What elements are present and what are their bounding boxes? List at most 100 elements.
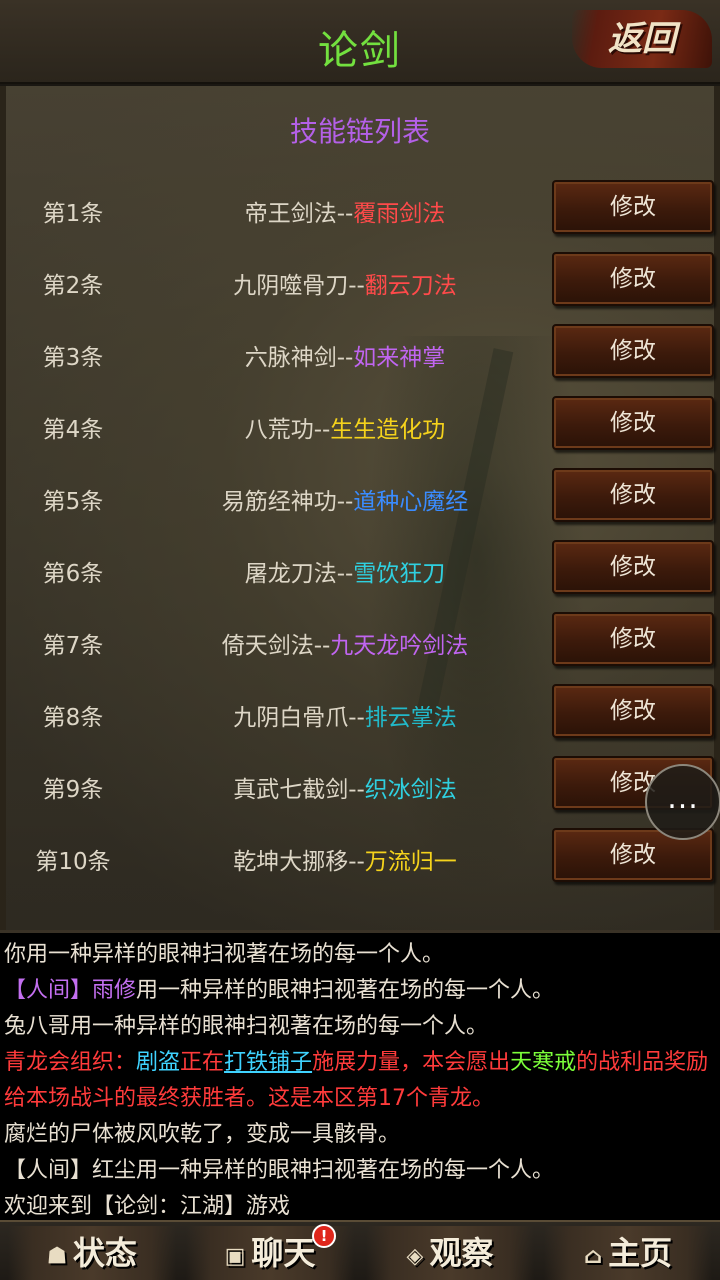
first-skill: 乾坤大挪移 xyxy=(233,849,349,875)
skill-chain: 屠龙刀法--雪饮狂刀 xyxy=(140,554,550,588)
house-icon: ⌂ xyxy=(583,1242,603,1269)
chat-message: 你用一种异样的眼神扫视著在场的每一个人。 xyxy=(4,937,716,973)
chat-bubble-icon: ▣ xyxy=(224,1242,246,1269)
skill-chain-row: 第3条 六脉神剑--如来神掌 修改 xyxy=(6,324,720,396)
first-skill: 帝王剑法 xyxy=(244,201,337,227)
skill-separator: -- xyxy=(348,777,365,803)
chat-org: 青龙会组织： xyxy=(4,1050,137,1075)
tab-home[interactable]: ⌂ 主页 xyxy=(544,1226,712,1280)
skill-separator: -- xyxy=(336,561,354,587)
row-index: 第5条 xyxy=(42,489,104,515)
row-index: 第7条 xyxy=(42,633,104,659)
chat-text: 正在 xyxy=(180,1050,225,1075)
back-button[interactable]: 返回 xyxy=(572,10,712,68)
second-skill: 万流归一 xyxy=(364,849,457,875)
skill-chain-row: 第8条 九阴白骨爪--排云掌法 修改 xyxy=(6,684,720,756)
row-index: 第6条 xyxy=(42,561,104,587)
skill-separator: -- xyxy=(348,705,365,731)
skill-chain-row: 第1条 帝王剑法--覆雨剑法 修改 xyxy=(6,180,720,252)
second-skill: 翻云刀法 xyxy=(364,273,457,299)
edit-button[interactable]: 修改 xyxy=(552,180,714,234)
first-skill: 屠龙刀法 xyxy=(244,561,337,587)
tab-label: 观察 xyxy=(429,1234,494,1272)
chat-message: 【人间】雨修用一种异样的眼神扫视著在场的每一个人。 xyxy=(4,973,716,1009)
more-options-button[interactable]: ... xyxy=(645,764,720,840)
first-skill: 倚天剑法 xyxy=(221,633,314,659)
notification-badge: ! xyxy=(312,1224,336,1248)
skill-separator: -- xyxy=(336,489,354,515)
first-skill: 易筋经神功 xyxy=(221,489,337,515)
skill-chain-row: 第6条 屠龙刀法--雪饮狂刀 修改 xyxy=(6,540,720,612)
second-skill: 生生造化功 xyxy=(330,417,446,443)
row-index: 第10条 xyxy=(35,849,111,875)
skill-chain-list: 第1条 帝王剑法--覆雨剑法 修改 第2条 九阴噬骨刀--翻云刀法 修改 第3条 六脉神剑--… xyxy=(6,180,720,900)
chat-log[interactable]: 你用一种异样的眼神扫视著在场的每一个人。 【人间】雨修用一种异样的眼神扫视著在场… xyxy=(0,930,720,1220)
skill-chain: 九阴噬骨刀--翻云刀法 xyxy=(140,266,550,300)
chat-channel: 【人间】 xyxy=(4,978,93,1003)
skill-chain-row: 第7条 倚天剑法--九天龙吟剑法 修改 xyxy=(6,612,720,684)
second-skill: 覆雨剑法 xyxy=(353,201,446,227)
row-index: 第9条 xyxy=(42,777,104,803)
tab-status[interactable]: ☗ 状态 xyxy=(8,1226,176,1280)
edit-button[interactable]: 修改 xyxy=(552,684,714,738)
skill-chain-row: 第2条 九阴噬骨刀--翻云刀法 修改 xyxy=(6,252,720,324)
skill-separator: -- xyxy=(348,273,365,299)
skill-separator: -- xyxy=(348,849,365,875)
person-icon: ☗ xyxy=(47,1242,67,1269)
second-skill: 雪饮狂刀 xyxy=(353,561,446,587)
skill-chain: 九阴白骨爪--排云掌法 xyxy=(140,698,550,732)
first-skill: 六脉神剑 xyxy=(244,345,337,371)
header-bar: 论剑 返回 xyxy=(0,0,720,84)
chat-system-message: 青龙会组织：剧盗正在打铁铺子施展力量，本会愿出天寒戒的战利品奖励给本场战斗的最终… xyxy=(4,1045,716,1117)
edit-button[interactable]: 修改 xyxy=(552,540,714,594)
tab-observe[interactable]: ◈ 观察 xyxy=(366,1226,534,1280)
skill-chain: 八荒功--生生造化功 xyxy=(140,410,550,444)
first-skill: 九阴白骨爪 xyxy=(233,705,349,731)
skill-chain-row: 第10条 乾坤大挪移--万流归一 修改 xyxy=(6,828,720,900)
row-index: 第2条 xyxy=(42,273,104,299)
skill-chain-row: 第9条 真武七截剑--织冰剑法 修改 xyxy=(6,756,720,828)
row-index: 第4条 xyxy=(42,417,104,443)
skill-chain: 倚天剑法--九天龙吟剑法 xyxy=(140,626,550,660)
second-skill: 九天龙吟剑法 xyxy=(330,633,469,659)
second-skill: 如来神掌 xyxy=(353,345,446,371)
chat-text: 施展力量，本会愿出 xyxy=(312,1050,511,1075)
chat-text: 【人间】红尘用一种异样的眼神扫视著在场的每一个人。 xyxy=(4,1158,555,1183)
second-skill: 道种心魔经 xyxy=(353,489,469,515)
skill-chain-row: 第4条 八荒功--生生造化功 修改 xyxy=(6,396,720,468)
skill-chain: 易筋经神功--道种心魔经 xyxy=(140,482,550,516)
edit-button[interactable]: 修改 xyxy=(552,396,714,450)
skill-chain: 帝王剑法--覆雨剑法 xyxy=(140,194,550,228)
chat-message: 【人间】红尘用一种异样的眼神扫视著在场的每一个人。 xyxy=(4,1153,716,1189)
chat-player-name[interactable]: 雨修 xyxy=(92,978,136,1003)
chat-item-name: 天寒戒 xyxy=(510,1050,577,1075)
skill-chain: 乾坤大挪移--万流归一 xyxy=(140,842,550,876)
row-index: 第3条 xyxy=(42,345,104,371)
chat-location-link[interactable]: 打铁铺子 xyxy=(224,1050,312,1075)
skill-separator: -- xyxy=(336,201,354,227)
row-index: 第1条 xyxy=(42,201,104,227)
skill-chain-panel: 技能链列表 第1条 帝王剑法--覆雨剑法 修改 第2条 九阴噬骨刀--翻云刀法 修改 第3条… xyxy=(0,86,720,930)
tab-label: 主页 xyxy=(608,1234,673,1272)
chat-text: 你用一种异样的眼神扫视著在场的每一个人。 xyxy=(4,942,445,967)
edit-button[interactable]: 修改 xyxy=(552,324,714,378)
list-title: 技能链列表 xyxy=(289,115,430,148)
tab-chat[interactable]: ▣ 聊天! xyxy=(186,1224,354,1280)
chat-message: 兔八哥用一种异样的眼神扫视著在场的每一个人。 xyxy=(4,1009,716,1045)
edit-button[interactable]: 修改 xyxy=(552,468,714,522)
skill-chain-row: 第5条 易筋经神功--道种心魔经 修改 xyxy=(6,468,720,540)
second-skill: 排云掌法 xyxy=(364,705,457,731)
eye-icon: ◈ xyxy=(406,1242,424,1269)
chat-message: 欢迎来到【论剑：江湖】游戏 xyxy=(4,1189,716,1220)
first-skill: 真武七截剑 xyxy=(233,777,349,803)
edit-button[interactable]: 修改 xyxy=(552,612,714,666)
tab-label: 聊天 xyxy=(251,1234,316,1272)
skill-separator: -- xyxy=(313,633,331,659)
row-index: 第8条 xyxy=(42,705,104,731)
chat-text: 兔八哥用一种异样的眼神扫视著在场的每一个人。 xyxy=(4,1014,489,1039)
chat-npc-name: 剧盗 xyxy=(136,1050,181,1075)
second-skill: 织冰剑法 xyxy=(364,777,457,803)
skill-chain: 六脉神剑--如来神掌 xyxy=(140,338,550,372)
chat-text: 腐烂的尸体被风吹乾了，变成一具骸骨。 xyxy=(4,1122,401,1147)
edit-button[interactable]: 修改 xyxy=(552,252,714,306)
